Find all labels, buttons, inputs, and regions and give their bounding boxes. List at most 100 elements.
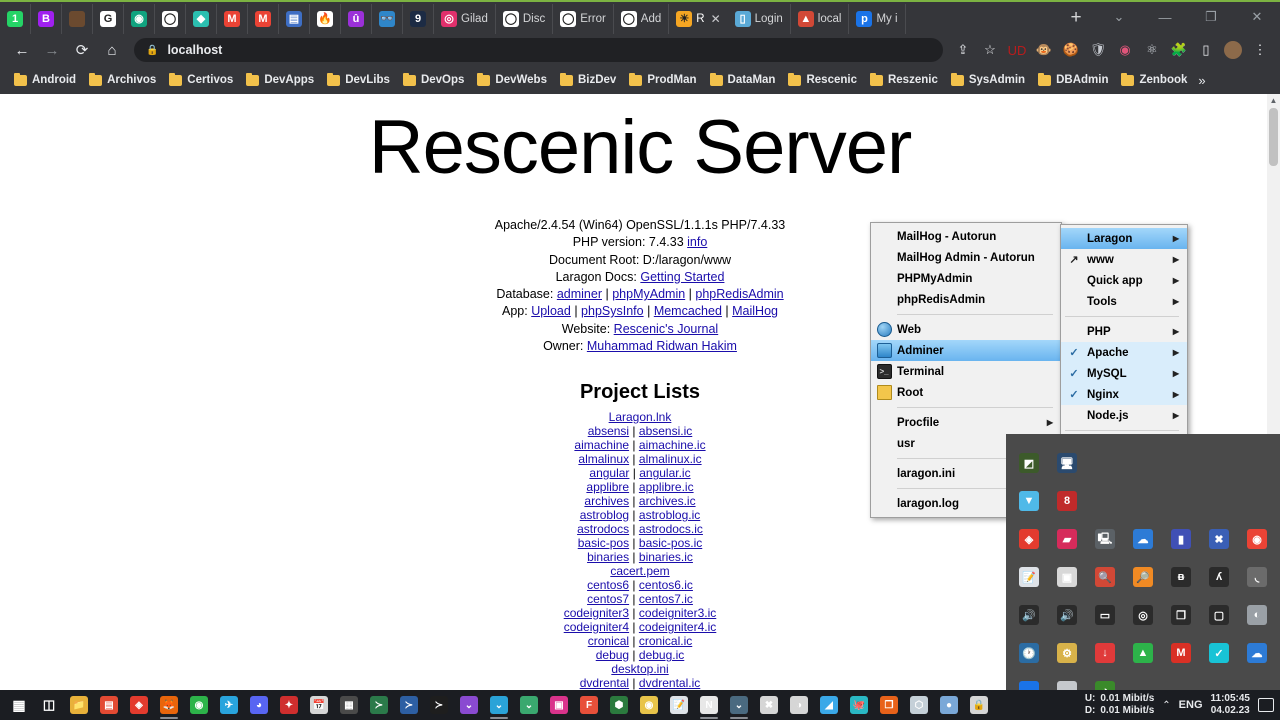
bookmark-star-icon[interactable]: ☆ xyxy=(978,38,1002,62)
xampp-icon[interactable]: ✖ xyxy=(760,696,778,714)
project-config-link[interactable]: centos6.ic xyxy=(639,578,693,592)
vscode-dim-icon[interactable]: ⌄ xyxy=(730,696,748,714)
chrome-icon[interactable]: ◉ xyxy=(190,696,208,714)
project-link[interactable]: cacert.pem xyxy=(610,564,669,578)
taskbar-app[interactable]: ✖ xyxy=(754,690,784,720)
network-speed-indicator[interactable]: U: D: 0.01 Mibit/s 0.01 Mibit/s xyxy=(1085,693,1154,718)
window-maximize-button[interactable]: ❐ xyxy=(1188,0,1234,34)
php-info-link[interactable]: info xyxy=(687,235,707,249)
tray-icon-cell[interactable]: ᴃ xyxy=(1162,558,1200,596)
start-button[interactable]: ▦ xyxy=(4,690,34,720)
powershell-icon[interactable]: ≻ xyxy=(400,696,418,714)
colorpanel-icon[interactable]: ▣ xyxy=(1057,567,1077,587)
browser-tab[interactable]: ☀ R ✕ xyxy=(669,4,728,34)
browser-tab[interactable]: ◯ Disc xyxy=(496,4,554,34)
browser-tab[interactable]: G xyxy=(93,4,124,34)
project-link[interactable]: binaries xyxy=(587,550,629,564)
telegram-icon[interactable]: ✈ xyxy=(220,696,238,714)
browser-tab[interactable]: ◉ xyxy=(124,4,155,34)
project-link[interactable]: applibre xyxy=(586,480,629,494)
moon-icon[interactable]: ◑ xyxy=(790,696,808,714)
menu-item-mailhog-autorun[interactable]: MailHog - Autorun xyxy=(871,226,1061,247)
share-icon[interactable]: ⇪ xyxy=(951,38,975,62)
tray-icon-cell[interactable]: ▰ xyxy=(1048,520,1086,558)
wifi-icon[interactable]: ◟ xyxy=(1247,567,1267,587)
project-config-link[interactable]: debug.ic xyxy=(639,648,684,662)
tray-icon-cell[interactable]: ▢ xyxy=(1200,596,1238,634)
bookmarks-overflow-button[interactable]: » xyxy=(1194,73,1209,88)
bookmark-folder[interactable]: DevApps xyxy=(240,71,320,89)
remote-desktop-icon[interactable]: 🖳 xyxy=(1095,529,1115,549)
project-link[interactable]: almalinux xyxy=(578,452,629,466)
address-bar[interactable]: 🔒 localhost xyxy=(134,38,943,62)
menu-item-quick-app[interactable]: Quick app ▶ xyxy=(1061,270,1187,291)
colorpicker-icon[interactable]: ◉ xyxy=(1113,38,1137,62)
bitdefender-icon[interactable]: 8 xyxy=(1057,491,1077,511)
taskbar-app[interactable]: ⌄ xyxy=(724,690,754,720)
taskbar-app[interactable]: ❐ xyxy=(874,690,904,720)
volume-icon[interactable]: 🔊 xyxy=(1019,605,1039,625)
taskbar-app[interactable]: ≻ xyxy=(394,690,424,720)
back-button[interactable]: ← xyxy=(8,36,36,64)
tray-icon-cell[interactable]: ▭ xyxy=(1086,596,1124,634)
bookmark-folder[interactable]: Archivos xyxy=(83,71,162,89)
tray-icon-cell[interactable]: ↓ xyxy=(1086,634,1124,672)
display-icon[interactable]: 🖥 xyxy=(1057,453,1077,473)
tray-icon-cell[interactable]: 🔎 xyxy=(1124,558,1162,596)
bookmark-folder[interactable]: Android xyxy=(8,71,82,89)
chrome-icon[interactable]: ◉ xyxy=(1247,529,1267,549)
tray-icon-cell[interactable]: ◩ xyxy=(1010,444,1048,482)
discord-icon[interactable]: ◕ xyxy=(250,696,268,714)
browser-tab[interactable]: ◯ xyxy=(155,4,186,34)
vscode-insiders-icon[interactable]: ⌄ xyxy=(460,696,478,714)
upload-link[interactable]: Upload xyxy=(531,304,571,318)
project-config-link[interactable]: cronical.ic xyxy=(639,634,692,648)
website-link[interactable]: Rescenic's Journal xyxy=(614,322,719,336)
menu-item-phpredisadmin[interactable]: phpRedisAdmin xyxy=(871,289,1061,310)
magnifier-icon[interactable]: 🔎 xyxy=(1133,567,1153,587)
bookmark-folder[interactable]: Rescenic xyxy=(782,71,863,89)
project-config-link[interactable]: binaries.ic xyxy=(639,550,693,564)
volume-alt-icon[interactable]: 🔊 xyxy=(1057,605,1077,625)
shield-icon[interactable]: ⬡ xyxy=(910,696,928,714)
home-button[interactable]: ⌂ xyxy=(98,36,126,64)
taskbar-app[interactable]: ◢ xyxy=(814,690,844,720)
menu-item-terminal[interactable]: >_ Terminal xyxy=(871,361,1061,382)
scroll-up-icon[interactable]: ▲ xyxy=(1267,94,1280,107)
taskbar-app[interactable]: ◈ xyxy=(124,690,154,720)
menu-item-nginx[interactable]: ✓ Nginx ▶ xyxy=(1061,384,1187,405)
menu-item-php[interactable]: PHP ▶ xyxy=(1061,321,1187,342)
action-center-icon[interactable] xyxy=(1258,698,1274,712)
brave-icon[interactable]: ▼ xyxy=(1019,491,1039,511)
calendar-icon[interactable]: 📅 xyxy=(310,696,328,714)
project-link[interactable]: basic-pos xyxy=(578,536,629,550)
menu-item-root[interactable]: Root xyxy=(871,382,1061,403)
bookmark-folder[interactable]: ProdMan xyxy=(623,71,702,89)
battery-icon[interactable]: ▭ xyxy=(1095,605,1115,625)
tray-icon-cell[interactable]: ʎ xyxy=(1200,558,1238,596)
vscodium-icon[interactable]: ⌄ xyxy=(520,696,538,714)
figma-icon[interactable]: F xyxy=(580,696,598,714)
taskbar-app[interactable]: ▤ xyxy=(94,690,124,720)
tray-expand-chevron-icon[interactable]: ⌃ xyxy=(1162,700,1170,711)
sidebar-icon[interactable]: ▯ xyxy=(1194,38,1218,62)
search-doc-icon[interactable]: 🔍 xyxy=(1095,567,1115,587)
ublock-origin-icon[interactable]: UD xyxy=(1005,38,1029,62)
project-link[interactable]: codeigniter3 xyxy=(564,606,629,620)
avatar[interactable] xyxy=(1221,38,1245,62)
tray-icon-cell[interactable]: 📝 xyxy=(1010,558,1048,596)
tray-icon-cell[interactable]: ◎ xyxy=(1124,596,1162,634)
tray-icon-cell[interactable]: M xyxy=(1162,634,1200,672)
react-devtools-icon[interactable]: ⚛ xyxy=(1140,38,1164,62)
project-config-link[interactable]: astrodocs.ic xyxy=(639,522,703,536)
bookmark-folder[interactable]: BizDev xyxy=(554,71,622,89)
shield-icon[interactable]: 🛡 xyxy=(1086,38,1110,62)
project-link[interactable]: desktop.ini xyxy=(611,662,668,676)
copy-icon[interactable]: ❐ xyxy=(1171,605,1191,625)
clock[interactable]: 11:05:45 04.02.23 xyxy=(1211,693,1250,718)
browser-tab[interactable]: ◆ xyxy=(186,4,217,34)
chrome-menu-icon[interactable]: ⋮ xyxy=(1248,38,1272,62)
taskbar-app[interactable]: ⌄ xyxy=(484,690,514,720)
menu-item-procfile[interactable]: Procfile ▶ xyxy=(871,412,1061,433)
tray-icon-cell[interactable]: ◉ xyxy=(1238,520,1276,558)
